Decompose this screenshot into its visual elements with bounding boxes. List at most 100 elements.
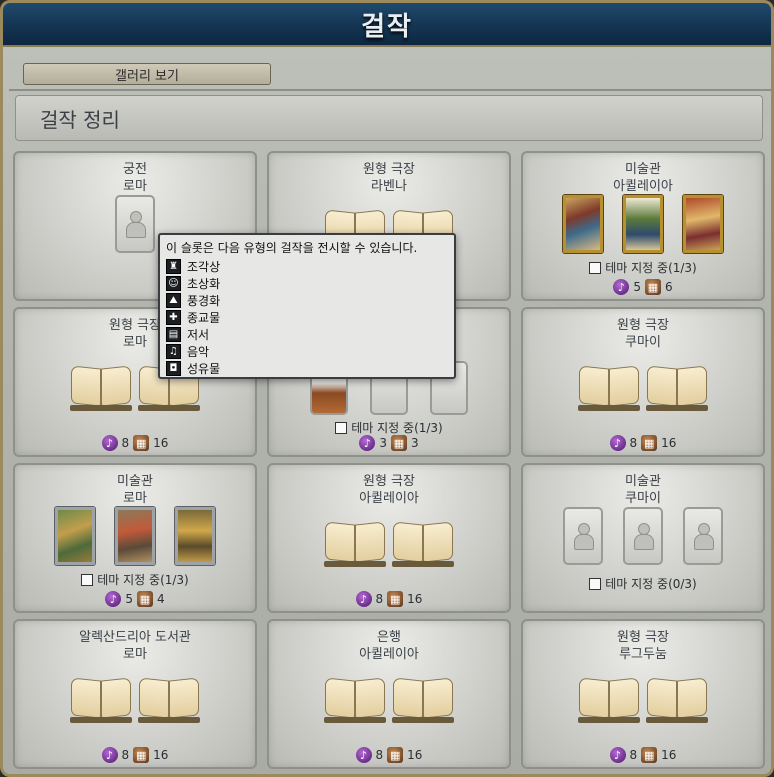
theme-status: 테마 지정 중(0/3) — [523, 575, 763, 592]
tooltip-item: ✚ 종교물 — [166, 309, 448, 326]
empty-portrait-slot[interactable] — [623, 507, 663, 565]
tooltip-item: ◘ 성유물 — [166, 360, 448, 377]
yields-row: ♪8▦16 — [15, 747, 255, 763]
theme-icon — [335, 421, 348, 434]
tooltip-item: ⛰ 풍경화 — [166, 292, 448, 309]
empty-portrait-slot[interactable] — [683, 507, 723, 565]
culture-value: 5 — [125, 592, 133, 606]
tourism-icon: ▦ — [137, 591, 153, 607]
city-name: 로마 — [123, 491, 147, 506]
statue-icon: ♜ — [166, 259, 181, 274]
slot-row — [523, 357, 763, 411]
book-slot[interactable] — [324, 675, 386, 723]
tooltip-item-label: 저서 — [187, 328, 210, 342]
theme-status: 테마 지정 중(1/3) — [523, 259, 763, 276]
culture-icon: ♪ — [355, 747, 372, 763]
book-slot[interactable] — [392, 675, 454, 723]
city-name: 로마 — [123, 179, 147, 194]
yields-row: ♪8▦16 — [269, 747, 509, 763]
empty-portrait-slot[interactable] — [115, 195, 155, 253]
person-silhouette-icon — [694, 523, 714, 550]
tourism-icon: ▦ — [133, 747, 150, 763]
book-slot[interactable] — [646, 363, 708, 411]
slot-row — [269, 669, 509, 723]
culture-icon: ♪ — [101, 747, 118, 763]
view-gallery-button[interactable]: 갤러리 보기 — [23, 63, 271, 85]
painting-slot[interactable] — [563, 195, 603, 253]
book-slot[interactable] — [324, 519, 386, 567]
music-icon: ♫ — [166, 344, 181, 359]
city-name: 로마 — [123, 647, 147, 662]
tourism-value: 16 — [407, 748, 423, 762]
culture-value: 5 — [633, 280, 641, 294]
tourism-value: 16 — [153, 436, 169, 450]
city-name: 쿠마이 — [625, 335, 661, 350]
city-name: 아퀼레이아 — [613, 179, 673, 194]
culture-icon: ♪ — [101, 435, 118, 451]
tourism-value: 16 — [407, 592, 423, 606]
tooltip-item-label: 조각상 — [187, 260, 221, 274]
painting-slot[interactable] — [623, 195, 663, 253]
tourism-value: 16 — [153, 748, 169, 762]
painting-slot[interactable] — [175, 507, 215, 565]
building-card[interactable]: 미술관 아퀼레이아 테마 지정 중(1/3) ♪ 5 ▦ 6 — [521, 151, 765, 301]
culture-value: 8 — [629, 748, 638, 762]
empty-portrait-slot[interactable] — [563, 507, 603, 565]
person-silhouette-icon — [574, 523, 594, 550]
yields-row: ♪8▦16 — [15, 435, 255, 451]
painting-slot[interactable] — [115, 507, 155, 565]
tourism-icon: ▦ — [641, 747, 658, 763]
tooltip-item-label: 초상화 — [187, 277, 221, 291]
section-header: 걸작 정리 — [15, 95, 763, 141]
building-card[interactable]: 알렉산드리아 도서관 로마 ♪ 8 ▦ 16 — [13, 619, 257, 769]
tourism-value: 16 — [661, 436, 677, 450]
building-card[interactable]: 미술관 쿠마이 테마 지정 중(0/3) — [521, 463, 765, 613]
window-title: 걸작 — [361, 11, 413, 42]
section-title: 걸작 정리 — [40, 107, 120, 132]
tourism-icon: ▦ — [641, 435, 658, 451]
theme-status-label: 테마 지정 중(1/3) — [605, 261, 697, 275]
culture-icon: ♪ — [105, 591, 122, 607]
theme-icon — [589, 261, 602, 274]
book-icon: ▤ — [166, 327, 181, 342]
tooltip-item-label: 종교물 — [187, 311, 221, 325]
tooltip-item-label: 음악 — [187, 345, 210, 359]
landscape-icon: ⛰ — [166, 293, 181, 308]
painting-slot[interactable] — [683, 195, 723, 253]
tourism-icon: ▦ — [387, 747, 404, 763]
building-card[interactable]: 원형 극장 루그두눔 ♪ 8 ▦ 16 — [521, 619, 765, 769]
book-slot[interactable] — [392, 519, 454, 567]
theme-status-label: 테마 지정 중(1/3) — [351, 421, 443, 435]
tooltip-item-label: 성유물 — [187, 362, 221, 376]
book-slot[interactable] — [578, 675, 640, 723]
book-slot[interactable] — [138, 675, 200, 723]
culture-icon: ♪ — [613, 279, 630, 295]
culture-value: 8 — [121, 748, 130, 762]
book-slot[interactable] — [70, 675, 132, 723]
theme-status-label: 테마 지정 중(0/3) — [605, 577, 697, 591]
painting-slot[interactable] — [55, 507, 95, 565]
slot-row — [523, 669, 763, 723]
yields-row: ♪8▦16 — [523, 747, 763, 763]
tooltip-heading: 이 슬롯은 다음 유형의 걸작을 전시할 수 있습니다. — [166, 241, 418, 255]
tooltip-item: ♫ 음악 — [166, 343, 448, 360]
building-card[interactable]: 원형 극장 아퀼레이아 ♪ 8 ▦ 16 — [267, 463, 511, 613]
person-silhouette-icon — [634, 523, 654, 550]
theme-icon — [81, 573, 94, 586]
yields-row: ♪8▦16 — [523, 435, 763, 451]
book-slot[interactable] — [646, 675, 708, 723]
building-card[interactable]: 미술관 로마 테마 지정 중(1/3) ♪ 5 ▦ 4 — [13, 463, 257, 613]
yields-row: ♪ 3 ▦ 3 — [269, 435, 509, 451]
culture-icon: ♪ — [609, 435, 626, 451]
building-card[interactable]: 원형 극장 쿠마이 ♪ 8 ▦ 16 — [521, 307, 765, 457]
slot-row — [523, 507, 763, 565]
tourism-icon: ▦ — [387, 591, 404, 607]
title-bar: 걸작 — [3, 3, 771, 47]
building-card[interactable]: 은행 아퀼레이아 ♪ 8 ▦ 16 — [267, 619, 511, 769]
book-slot[interactable] — [578, 363, 640, 411]
book-slot[interactable] — [70, 363, 132, 411]
culture-icon: ♪ — [355, 591, 372, 607]
city-name: 루그두눔 — [619, 647, 667, 662]
divider — [9, 89, 771, 91]
tourism-value: 16 — [661, 748, 677, 762]
